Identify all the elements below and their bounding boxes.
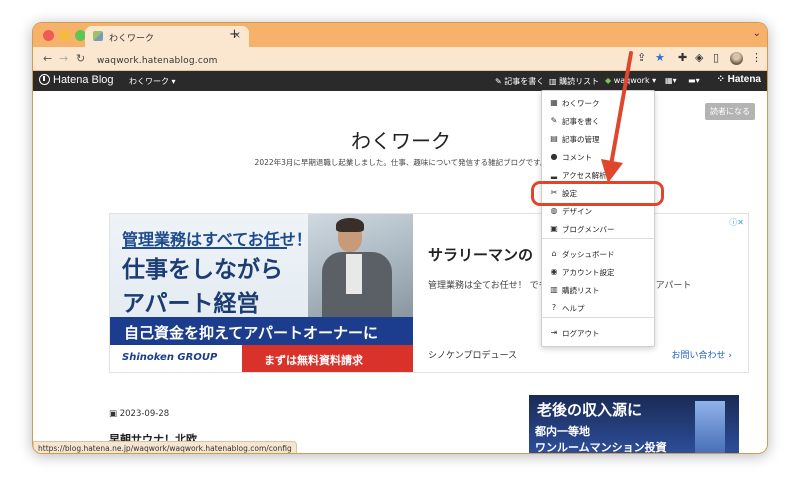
browser-window: わくワーク × + ⌄ ← → ↻ waqwork.hatenablog.com…: [32, 22, 768, 454]
arrow-shaft: [609, 51, 633, 167]
annotation-arrow: [601, 51, 633, 183]
arrow-head: [601, 159, 623, 183]
